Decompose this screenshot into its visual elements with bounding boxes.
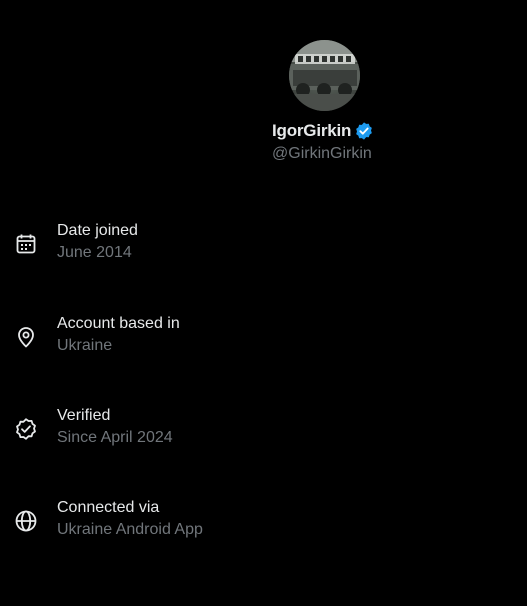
info-value: Ukraine Android App (57, 521, 203, 538)
info-label: Account based in (57, 315, 180, 332)
avatar[interactable] (289, 40, 360, 111)
verified-check-icon (14, 417, 38, 441)
globe-icon (14, 509, 38, 533)
user-handle: @GirkinGirkin (272, 145, 372, 162)
verified-badge-icon[interactable] (354, 121, 374, 141)
info-value: Since April 2024 (57, 429, 173, 446)
info-value: Ukraine (57, 337, 113, 354)
name-row: IgorGirkin (272, 120, 374, 142)
info-label: Verified (57, 407, 111, 424)
avatar-image (289, 40, 360, 111)
info-item-connected-via: Connected via Ukraine Android App (0, 499, 527, 549)
info-value: June 2014 (57, 244, 132, 261)
location-pin-icon (14, 325, 38, 349)
calendar-icon (14, 232, 38, 256)
display-name[interactable]: IgorGirkin (272, 121, 351, 141)
info-label: Date joined (57, 222, 138, 239)
info-item-verified: Verified Since April 2024 (0, 407, 527, 457)
info-label: Connected via (57, 499, 160, 516)
profile-header: IgorGirkin @GirkinGirkin (0, 0, 527, 180)
info-item-date-joined: Date joined June 2014 (0, 222, 527, 272)
info-item-account-based-in: Account based in Ukraine (0, 315, 527, 365)
